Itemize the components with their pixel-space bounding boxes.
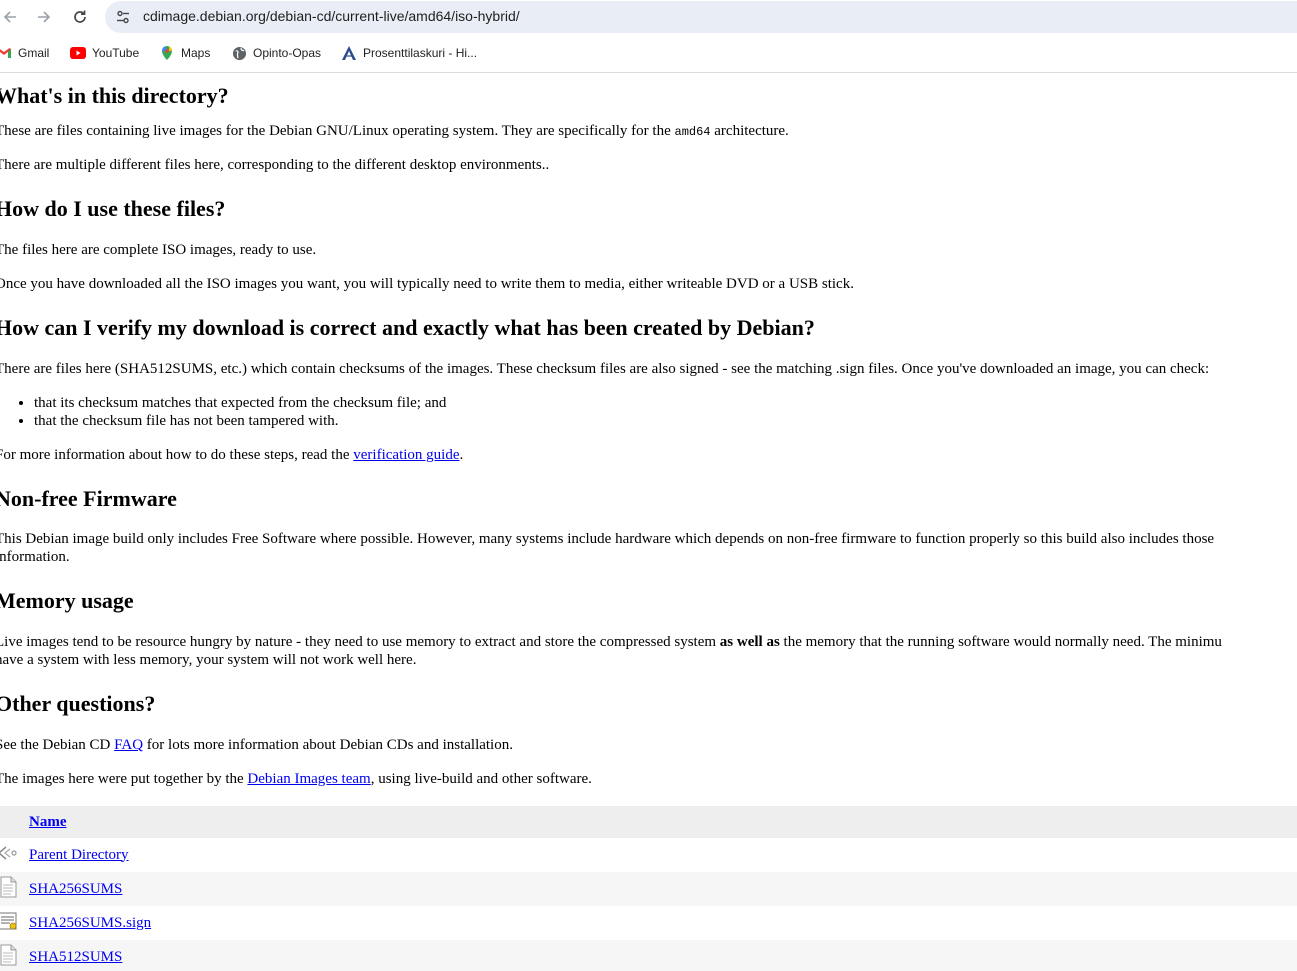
parent-directory-link[interactable]: Parent Directory (29, 847, 129, 863)
listing-header-row: Name (0, 806, 1297, 838)
table-row: SHA512SUMS (0, 940, 1297, 971)
table-row: SHA256SUMS (0, 872, 1297, 906)
file-name-cell: SHA256SUMS.sign (25, 906, 1297, 940)
gmail-icon (0, 45, 12, 61)
url-text[interactable]: cdimage.debian.org/debian-cd/current-liv… (143, 8, 520, 24)
paragraph-memory-2: have a system with less memory, your sys… (0, 652, 417, 668)
arrow-right-icon (38, 11, 51, 23)
paragraph-checksums: There are files here (SHA512SUMS, etc.) … (0, 361, 1210, 377)
browser-toolbar: cdimage.debian.org/debian-cd/current-liv… (0, 0, 1297, 34)
file-name-cell: Parent Directory (25, 838, 1297, 872)
file-name-cell: SHA512SUMS (25, 940, 1297, 971)
paragraph-firmware-1: This Debian image build only includes Fr… (0, 531, 1215, 547)
paragraph-verification-guide: For more information about how to do the… (0, 447, 464, 463)
paragraph-intro: These are files containing live images f… (0, 123, 789, 139)
bookmark-opinto-opas[interactable]: Opinto-Opas (231, 44, 321, 62)
bookmark-youtube[interactable]: YouTube (70, 44, 139, 62)
reload-button[interactable] (66, 3, 94, 31)
tune-icon (117, 10, 129, 24)
site-info-button[interactable] (113, 7, 133, 27)
table-row: SHA256SUMS.sign (0, 906, 1297, 940)
directory-listing: Name Parent Directory SHA256SUMS SHA256S… (0, 806, 1297, 971)
heading-firmware: Non-free Firmware (0, 486, 177, 511)
bookmark-gmail[interactable]: Gmail (0, 44, 49, 62)
bookmark-label: Gmail (18, 46, 50, 60)
bookmark-label: Opinto-Opas (253, 46, 322, 60)
calculator-icon (341, 45, 357, 61)
table-row: Parent Directory (0, 838, 1297, 872)
sha256sums-sign-link[interactable]: SHA256SUMS.sign (29, 915, 151, 931)
maps-icon (159, 45, 175, 61)
back-button[interactable] (0, 3, 24, 31)
heading-memory: Memory usage (0, 588, 134, 613)
bookmark-label: Prosenttilaskuri - Hi... (363, 46, 478, 60)
paragraph-complete-iso: The files here are complete ISO images, … (0, 242, 317, 258)
globe-icon (231, 45, 247, 61)
sort-by-name-link[interactable]: Name (29, 814, 67, 830)
page-content: What's in this directory? These are file… (0, 73, 1297, 971)
checks-list: that its checksum matches that expected … (0, 394, 446, 430)
sha512sums-link[interactable]: SHA512SUMS (29, 949, 122, 965)
bookmark-maps[interactable]: Maps (159, 44, 210, 62)
heading-verify: How can I verify my download is correct … (0, 315, 815, 340)
file-name-cell: SHA256SUMS (25, 872, 1297, 906)
reload-icon (74, 10, 86, 23)
back-icon (0, 838, 25, 872)
signed-file-icon (0, 906, 25, 940)
list-item: that the checksum file has not been tamp… (34, 412, 446, 430)
bookmarks-bar: Gmail YouTube Maps Opinto-Opas Prosentti… (0, 34, 1297, 73)
bookmark-prosenttilaskuri[interactable]: Prosenttilaskuri - Hi... (341, 44, 477, 62)
paragraph-memory-1: Live images tend to be resource hungry b… (0, 634, 1222, 650)
paragraph-desktops: There are multiple different files here,… (0, 157, 550, 173)
heading-whats-in-directory: What's in this directory? (0, 83, 229, 108)
verification-guide-link[interactable]: verification guide (353, 447, 459, 463)
text-file-icon (0, 940, 25, 971)
paragraph-images-team: The images here were put together by the… (0, 771, 592, 787)
paragraph-faq: See the Debian CD FAQ for lots more info… (0, 737, 513, 753)
heading-other-questions: Other questions? (0, 691, 156, 716)
bookmark-label: Maps (181, 46, 211, 60)
arrow-left-icon (3, 11, 16, 23)
text-file-icon (0, 872, 25, 906)
name-column-header: Name (25, 806, 1297, 838)
sha256sums-link[interactable]: SHA256SUMS (29, 881, 122, 897)
header-icon-cell (0, 806, 25, 838)
debian-images-team-link[interactable]: Debian Images team (247, 771, 370, 787)
faq-link[interactable]: FAQ (114, 737, 143, 753)
youtube-icon (70, 45, 86, 61)
heading-how-use: How do I use these files? (0, 196, 226, 221)
address-bar[interactable]: cdimage.debian.org/debian-cd/current-liv… (105, 1, 1297, 33)
forward-button[interactable] (30, 3, 58, 31)
list-item: that its checksum matches that expected … (34, 394, 446, 412)
arch-code: amd64 (674, 125, 711, 139)
bookmark-label: YouTube (92, 46, 140, 60)
paragraph-firmware-2: information. (0, 549, 70, 565)
paragraph-write-media: Once you have downloaded all the ISO ima… (0, 276, 854, 292)
